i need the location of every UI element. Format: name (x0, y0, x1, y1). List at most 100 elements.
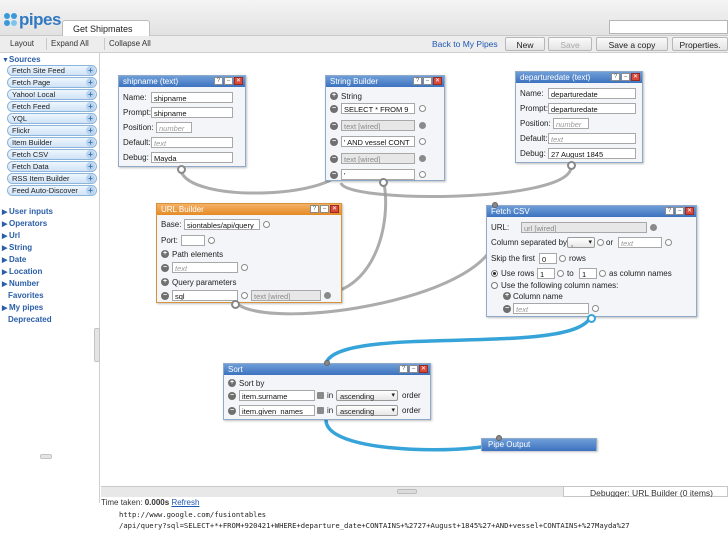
add-icon[interactable]: + (86, 150, 95, 159)
separator-text-field[interactable]: text (618, 237, 662, 248)
input-terminal[interactable] (599, 270, 606, 277)
use-rows-radio[interactable] (491, 270, 498, 277)
input-terminal[interactable] (557, 270, 564, 277)
rows-from-field[interactable]: 1 (537, 268, 555, 279)
pipe-output-module[interactable]: Pipe Output (481, 435, 597, 451)
add-icon[interactable]: + (86, 174, 95, 183)
pipe-canvas[interactable]: shipname (text) ? – ✕ Name: shipname Promp… (101, 53, 728, 486)
source-yahoo-local[interactable]: Yahoo! Local + (7, 89, 97, 100)
pipes-logo[interactable]: pipes (4, 10, 61, 30)
separator-select[interactable]: , ▾ (567, 237, 595, 248)
input-terminal[interactable] (650, 224, 657, 231)
shipname-input-module[interactable]: shipname (text) ? – ✕ Name: shipname Promp… (118, 75, 246, 167)
output-terminal[interactable] (587, 314, 596, 323)
string-item-5[interactable]: ' (341, 169, 415, 180)
prompt-field[interactable]: departuredate (548, 103, 636, 114)
source-fetch-csv[interactable]: Fetch CSV + (7, 149, 97, 160)
category-favorites[interactable]: Favorites (8, 291, 44, 300)
minimize-icon[interactable]: – (423, 77, 432, 85)
string-item-4[interactable]: text [wired] (341, 153, 415, 164)
close-icon[interactable]: ✕ (685, 207, 694, 215)
input-terminal[interactable] (208, 237, 215, 244)
output-terminal[interactable] (177, 165, 186, 174)
help-icon[interactable]: ? (413, 77, 422, 85)
path-field[interactable]: text (172, 262, 238, 273)
add-icon[interactable]: + (86, 66, 95, 75)
remove-sort-button[interactable]: − (228, 407, 236, 415)
port-field[interactable] (181, 235, 205, 246)
help-icon[interactable]: ? (310, 205, 319, 213)
use-following-radio[interactable] (491, 282, 498, 289)
input-terminal[interactable] (419, 155, 426, 162)
input-port[interactable] (496, 435, 502, 441)
skip-rows-field[interactable]: 0 (539, 253, 557, 264)
source-fetch-site-feed[interactable]: Fetch Site Feed + (7, 65, 97, 76)
add-icon[interactable]: + (86, 78, 95, 87)
default-field[interactable]: text (151, 137, 233, 148)
sort-order-select-2[interactable]: ascending ▾ (336, 405, 398, 416)
add-icon[interactable]: + (86, 162, 95, 171)
query-value-field[interactable]: text [wired] (251, 290, 321, 301)
module-header[interactable]: shipname (text) ? – ✕ (119, 76, 245, 87)
input-port[interactable] (324, 360, 330, 366)
close-icon[interactable]: ✕ (330, 205, 339, 213)
debugger-resize-handle[interactable] (397, 489, 417, 494)
remove-item-button[interactable]: − (330, 155, 338, 163)
add-sort-button[interactable]: + (228, 379, 236, 387)
base-field[interactable]: siontables/api/query (184, 219, 260, 230)
input-terminal[interactable] (263, 221, 270, 228)
input-terminal[interactable] (419, 105, 426, 112)
module-header[interactable]: String Builder ? – ✕ (326, 76, 444, 87)
debugger-tab[interactable]: Debugger: URL Builder (0 items) (563, 486, 728, 498)
string-item-2[interactable]: text [wired] (341, 120, 415, 131)
source-fetch-page[interactable]: Fetch Page + (7, 77, 97, 88)
string-item-1[interactable]: SELECT * FROM 9 (341, 103, 415, 114)
field-picker-icon[interactable] (317, 392, 324, 399)
module-header[interactable]: Fetch CSV ? – ✕ (487, 206, 696, 217)
name-field[interactable]: shipname (151, 92, 233, 103)
input-terminal[interactable] (419, 171, 426, 178)
remove-item-button[interactable]: − (330, 105, 338, 113)
source-flickr[interactable]: Flickr + (7, 125, 97, 136)
module-header[interactable]: URL Builder ? – ✕ (157, 204, 341, 215)
add-icon[interactable]: + (86, 186, 95, 195)
add-icon[interactable]: + (86, 138, 95, 147)
remove-query-button[interactable]: − (161, 292, 169, 300)
remove-item-button[interactable]: − (330, 171, 338, 179)
collapse-all-button[interactable]: Collapse All (104, 38, 155, 50)
help-icon[interactable]: ? (399, 365, 408, 373)
input-terminal[interactable] (665, 239, 672, 246)
sort-module[interactable]: Sort ? – ✕ + Sort by − item.surname in asc… (223, 360, 431, 420)
add-string-button[interactable]: + (330, 92, 338, 100)
remove-column-button[interactable]: − (503, 305, 511, 313)
refresh-link[interactable]: Refresh (171, 498, 199, 507)
prompt-field[interactable]: shipname (151, 107, 233, 118)
category-date[interactable]: ▶ Date (2, 255, 26, 264)
source-item-builder[interactable]: Item Builder + (7, 137, 97, 148)
output-terminal[interactable] (231, 300, 240, 309)
minimize-icon[interactable]: – (621, 73, 630, 81)
close-icon[interactable]: ✕ (433, 77, 442, 85)
debug-field[interactable]: 27 August 1845 (548, 148, 636, 159)
save-button[interactable]: Save (548, 37, 592, 51)
search-input[interactable] (609, 20, 728, 34)
debug-field[interactable]: Mayda (151, 152, 233, 163)
sort-field-1[interactable]: item.surname (239, 390, 315, 401)
output-terminal[interactable] (567, 161, 576, 170)
column-name-field[interactable]: text (513, 303, 589, 314)
pipe-title-tab[interactable]: Get Shipmates (62, 20, 150, 36)
sort-field-2[interactable]: item.given_names (239, 405, 315, 416)
input-port[interactable] (492, 202, 498, 208)
input-terminal[interactable] (419, 122, 426, 129)
source-yql[interactable]: YQL + (7, 113, 97, 124)
category-my-pipes[interactable]: ▶ My pipes (2, 303, 43, 312)
minimize-icon[interactable]: – (409, 365, 418, 373)
category-url[interactable]: ▶ Url (2, 231, 20, 240)
minimize-icon[interactable]: – (675, 207, 684, 215)
field-picker-icon[interactable] (317, 407, 324, 414)
url-field[interactable]: url [wired] (521, 222, 647, 233)
remove-item-button[interactable]: − (330, 138, 338, 146)
add-icon[interactable]: + (86, 114, 95, 123)
remove-path-button[interactable]: − (161, 264, 169, 272)
close-icon[interactable]: ✕ (419, 365, 428, 373)
